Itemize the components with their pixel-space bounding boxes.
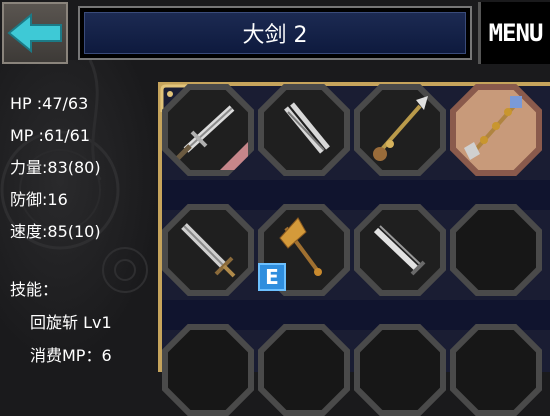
- mp-stat: MP :61/61: [10, 126, 91, 145]
- character-stats: HP :47/63 MP :61/61 力量:83(80) 防御:16 速度:8…: [10, 88, 101, 248]
- golden-spear-icon: [373, 96, 428, 161]
- menu-button[interactable]: MENU: [478, 2, 550, 64]
- left-arrow-icon: [7, 13, 62, 53]
- back-button[interactable]: [2, 2, 68, 64]
- inventory-slot-11[interactable]: [354, 324, 446, 416]
- serrated-sword-icon: [373, 225, 426, 276]
- twin-blade-icon: [284, 102, 330, 154]
- title-bar: 大剑 2: [78, 6, 472, 60]
- skill-name: 回旋斩 Lv1: [30, 313, 112, 332]
- ornate-mace-icon: [464, 96, 522, 160]
- inventory-slot-9[interactable]: [162, 324, 254, 416]
- inventory-slot-4[interactable]: [450, 84, 542, 176]
- skill-cost: 消费MP：6: [30, 346, 112, 365]
- defense-stat: 防御:16: [10, 190, 68, 209]
- inventory-slot-3[interactable]: [354, 84, 446, 176]
- inventory-slot-2[interactable]: [258, 84, 350, 176]
- inventory-slot-8[interactable]: [450, 204, 542, 296]
- inventory-slot-5[interactable]: [162, 204, 254, 296]
- strength-stat: 力量:83(80): [10, 158, 101, 177]
- hp-stat: HP :47/63: [10, 94, 89, 113]
- skill-info: 技能： 回旋斩 Lv1 消费MP：6: [10, 273, 112, 372]
- inventory-slot-10[interactable]: [258, 324, 350, 416]
- item-title: 大剑 2: [84, 12, 466, 54]
- inventory-slot-12[interactable]: [450, 324, 542, 416]
- greatsword-icon: [176, 105, 235, 160]
- inventory-slot-1[interactable]: [162, 84, 254, 176]
- inventory-slot-7[interactable]: [354, 204, 446, 296]
- skill-heading: 技能：: [10, 280, 59, 299]
- speed-stat: 速度:85(10): [10, 222, 101, 241]
- equipped-badge: E: [258, 263, 286, 291]
- broadsword-icon: [181, 223, 236, 278]
